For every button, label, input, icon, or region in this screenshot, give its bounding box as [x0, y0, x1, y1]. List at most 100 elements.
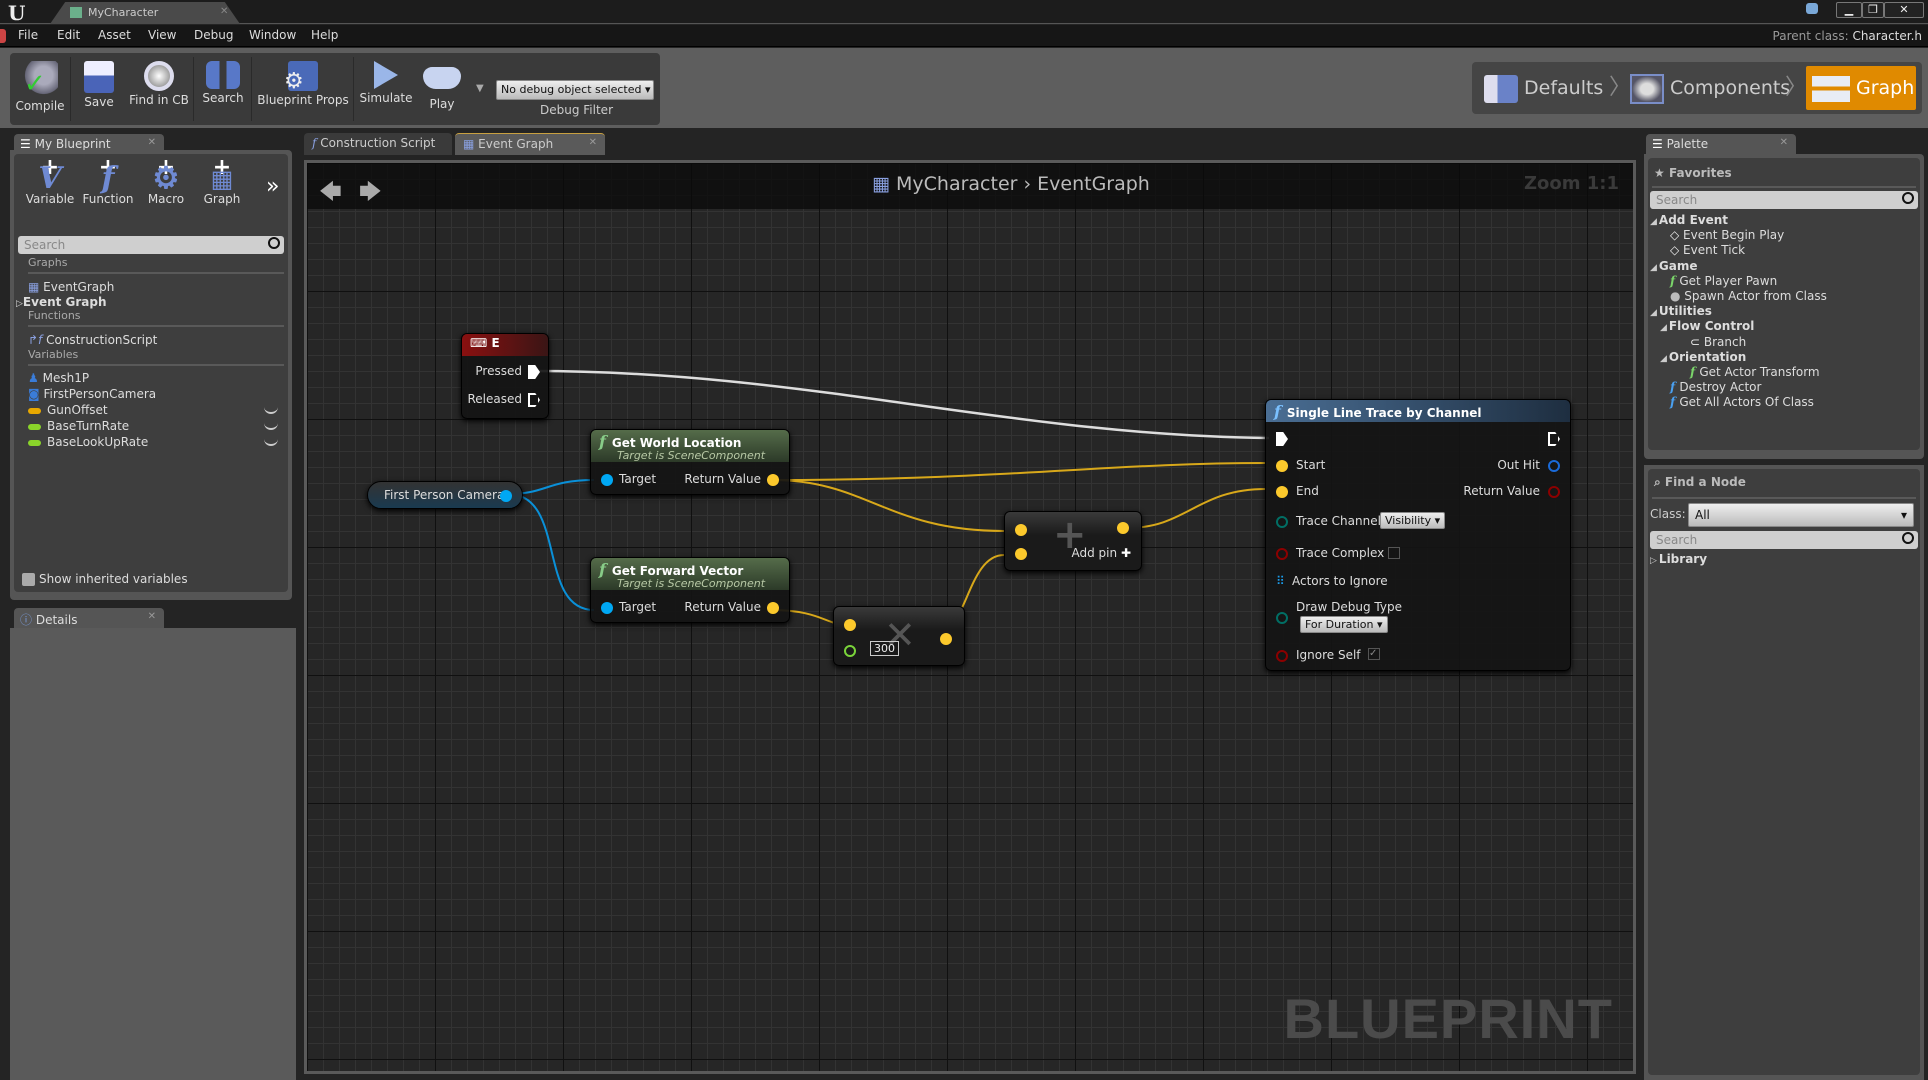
play-button[interactable]: Play	[418, 53, 466, 125]
get-forward-vector-node[interactable]: f Get Forward Vector Target is SceneCompon…	[590, 557, 790, 623]
my-blueprint-search[interactable]: Search	[18, 236, 284, 254]
palette-search[interactable]: Search	[1650, 191, 1918, 209]
find-node-search[interactable]: Search	[1650, 531, 1918, 549]
debug-object-select[interactable]: No debug object selected ▾	[496, 80, 654, 100]
class-dropdown[interactable]: All ▾	[1688, 503, 1914, 527]
expand-arrow-icon[interactable]: ▷	[16, 299, 23, 309]
palette-category[interactable]: ◢ Flow Control	[1660, 319, 1754, 333]
menu-file[interactable]: File	[18, 28, 38, 42]
add-variable-button[interactable]: + V Variable	[20, 157, 80, 220]
search-button[interactable]: Search	[198, 53, 248, 125]
find-in-cb-button[interactable]: Find in CB	[128, 53, 190, 125]
menu-asset[interactable]: Asset	[98, 28, 131, 42]
close-tab-icon[interactable]: ✕	[148, 137, 156, 148]
menu-debug[interactable]: Debug	[194, 28, 233, 42]
object-pin-target[interactable]	[601, 602, 613, 614]
restore-button[interactable]: ❐	[1862, 2, 1884, 18]
collapse-arrow-icon[interactable]: ◢	[1650, 308, 1657, 318]
palette-category[interactable]: ◢ Orientation	[1660, 350, 1746, 364]
feedback-icon[interactable]	[1806, 3, 1818, 14]
palette-item[interactable]: f Get Actor Transform	[1690, 365, 1820, 379]
ignore-self-checkbox[interactable]: ✓	[1368, 648, 1380, 660]
close-tab-icon[interactable]: ✕	[148, 611, 156, 622]
key-e-event-node[interactable]: ⌨ E Pressed Released	[461, 333, 549, 419]
mode-components[interactable]: Components	[1630, 70, 1790, 106]
vector-pin-start[interactable]	[1276, 460, 1288, 472]
save-button[interactable]: Save	[76, 53, 122, 125]
exec-pin-released[interactable]	[528, 393, 540, 407]
vector-pin-a[interactable]	[1015, 524, 1027, 536]
collapse-arrow-icon[interactable]: ◢	[1660, 354, 1667, 364]
trace-channel-dropdown[interactable]: Visibility ▾	[1380, 512, 1446, 529]
close-tab-icon[interactable]: ✕	[1780, 137, 1788, 148]
document-tab[interactable]: MyCharacter ✕	[50, 2, 240, 24]
compile-button[interactable]: ✓ Compile	[14, 53, 66, 125]
play-options-dropdown[interactable]: ▼	[476, 83, 484, 94]
object-pin-target[interactable]	[601, 474, 613, 486]
palette-item[interactable]: f Get Player Pawn	[1670, 274, 1777, 288]
vector-pin-result[interactable]	[940, 633, 952, 645]
variable-item-baseturnrate[interactable]: BaseTurnRate	[28, 419, 129, 433]
menu-help[interactable]: Help	[311, 28, 338, 42]
blueprint-props-button[interactable]: ⚙ Blueprint Props	[256, 53, 350, 125]
simulate-button[interactable]: Simulate	[358, 53, 414, 125]
palette-tab[interactable]: ☰ Palette ✕	[1646, 134, 1796, 154]
vector-pin-a[interactable]	[844, 619, 856, 631]
graph-item-eventgraph[interactable]: ▦ EventGraph	[28, 280, 114, 294]
mode-graph[interactable]: Graph	[1806, 66, 1916, 110]
function-item-constructionscript[interactable]: ↱f ConstructionScript	[28, 333, 157, 347]
visibility-eye-icon[interactable]	[264, 420, 278, 430]
trace-complex-checkbox[interactable]	[1388, 547, 1400, 559]
collapse-arrow-icon[interactable]: ◢	[1650, 263, 1657, 273]
vector-pin-b[interactable]	[1015, 548, 1027, 560]
close-button[interactable]: ✕	[1884, 2, 1924, 18]
expand-arrow-icon[interactable]: ▷	[1650, 556, 1657, 566]
bool-pin-return[interactable]	[1548, 486, 1560, 498]
add-function-button[interactable]: + f Function	[78, 157, 138, 220]
collapse-arrow-icon[interactable]: ◢	[1650, 217, 1657, 227]
show-inherited-checkbox[interactable]	[22, 573, 35, 586]
exec-pin-in[interactable]	[1276, 432, 1288, 446]
palette-category[interactable]: ◢ Utilities	[1650, 304, 1712, 318]
tab-event-graph[interactable]: ▦ Event Graph ✕	[455, 133, 605, 155]
close-tab-icon[interactable]: ✕	[589, 137, 597, 148]
graph-canvas[interactable]: 🡄 🡆 ▦ MyCharacter › EventGraph Zoom 1:1 …	[304, 160, 1636, 1074]
palette-item[interactable]: f Destroy Actor	[1670, 380, 1761, 394]
get-world-location-node[interactable]: f Get World Location Target is SceneCompon…	[590, 429, 790, 495]
collapse-arrow-icon[interactable]: ◢	[1660, 323, 1667, 333]
byte-pin-trace-channel[interactable]	[1276, 516, 1288, 528]
byte-pin-draw-debug[interactable]	[1276, 612, 1288, 624]
variable-item-mesh1p[interactable]: ♟ Mesh1P	[28, 371, 89, 385]
show-inherited-toggle[interactable]: Show inherited variables	[22, 572, 188, 586]
add-pin-button[interactable]: Add pin ✚	[1072, 546, 1132, 560]
menu-edit[interactable]: Edit	[57, 28, 80, 42]
library-tree-item[interactable]: ▷ Library	[1650, 552, 1707, 566]
variable-item-gunoffset[interactable]: GunOffset	[28, 403, 108, 417]
exec-pin-pressed[interactable]	[528, 365, 540, 379]
add-node[interactable]: + Add pin ✚	[1004, 511, 1142, 571]
details-tab[interactable]: ⓘ Details ✕	[14, 608, 164, 628]
bool-pin-ignore-self[interactable]	[1276, 650, 1288, 662]
palette-category[interactable]: ◢ Add Event	[1650, 213, 1728, 227]
multiply-value-input[interactable]: 300	[870, 641, 899, 656]
graph-item-event-graph[interactable]: ▷Event Graph	[16, 295, 107, 309]
vector-pin-result[interactable]	[1117, 522, 1129, 534]
variable-item-firstpersoncamera[interactable]: ◙ FirstPersonCamera	[28, 387, 156, 401]
parent-class-value[interactable]: Character.h	[1852, 29, 1922, 43]
array-pin-actors[interactable]: ⠿	[1276, 574, 1285, 588]
palette-category[interactable]: ◢ Game	[1650, 259, 1698, 273]
more-chevron-icon[interactable]: »	[266, 174, 279, 199]
menu-window[interactable]: Window	[249, 28, 296, 42]
palette-item[interactable]: ◇ Event Tick	[1670, 243, 1745, 257]
exec-pin-out[interactable]	[1548, 432, 1560, 446]
palette-item[interactable]: ● Spawn Actor from Class	[1670, 289, 1827, 303]
tab-construction-script[interactable]: f Construction Script	[304, 133, 452, 155]
bool-pin-trace-complex[interactable]	[1276, 548, 1288, 560]
line-trace-node[interactable]: f Single Line Trace by Channel Start Out …	[1265, 399, 1571, 671]
close-tab-icon[interactable]: ✕	[220, 6, 228, 17]
palette-item[interactable]: ⊂ Branch	[1690, 335, 1746, 349]
vector-pin-end[interactable]	[1276, 486, 1288, 498]
mode-defaults[interactable]: Defaults	[1484, 70, 1603, 106]
visibility-eye-icon[interactable]	[264, 436, 278, 446]
add-macro-button[interactable]: + ⚙ Macro	[136, 157, 196, 220]
